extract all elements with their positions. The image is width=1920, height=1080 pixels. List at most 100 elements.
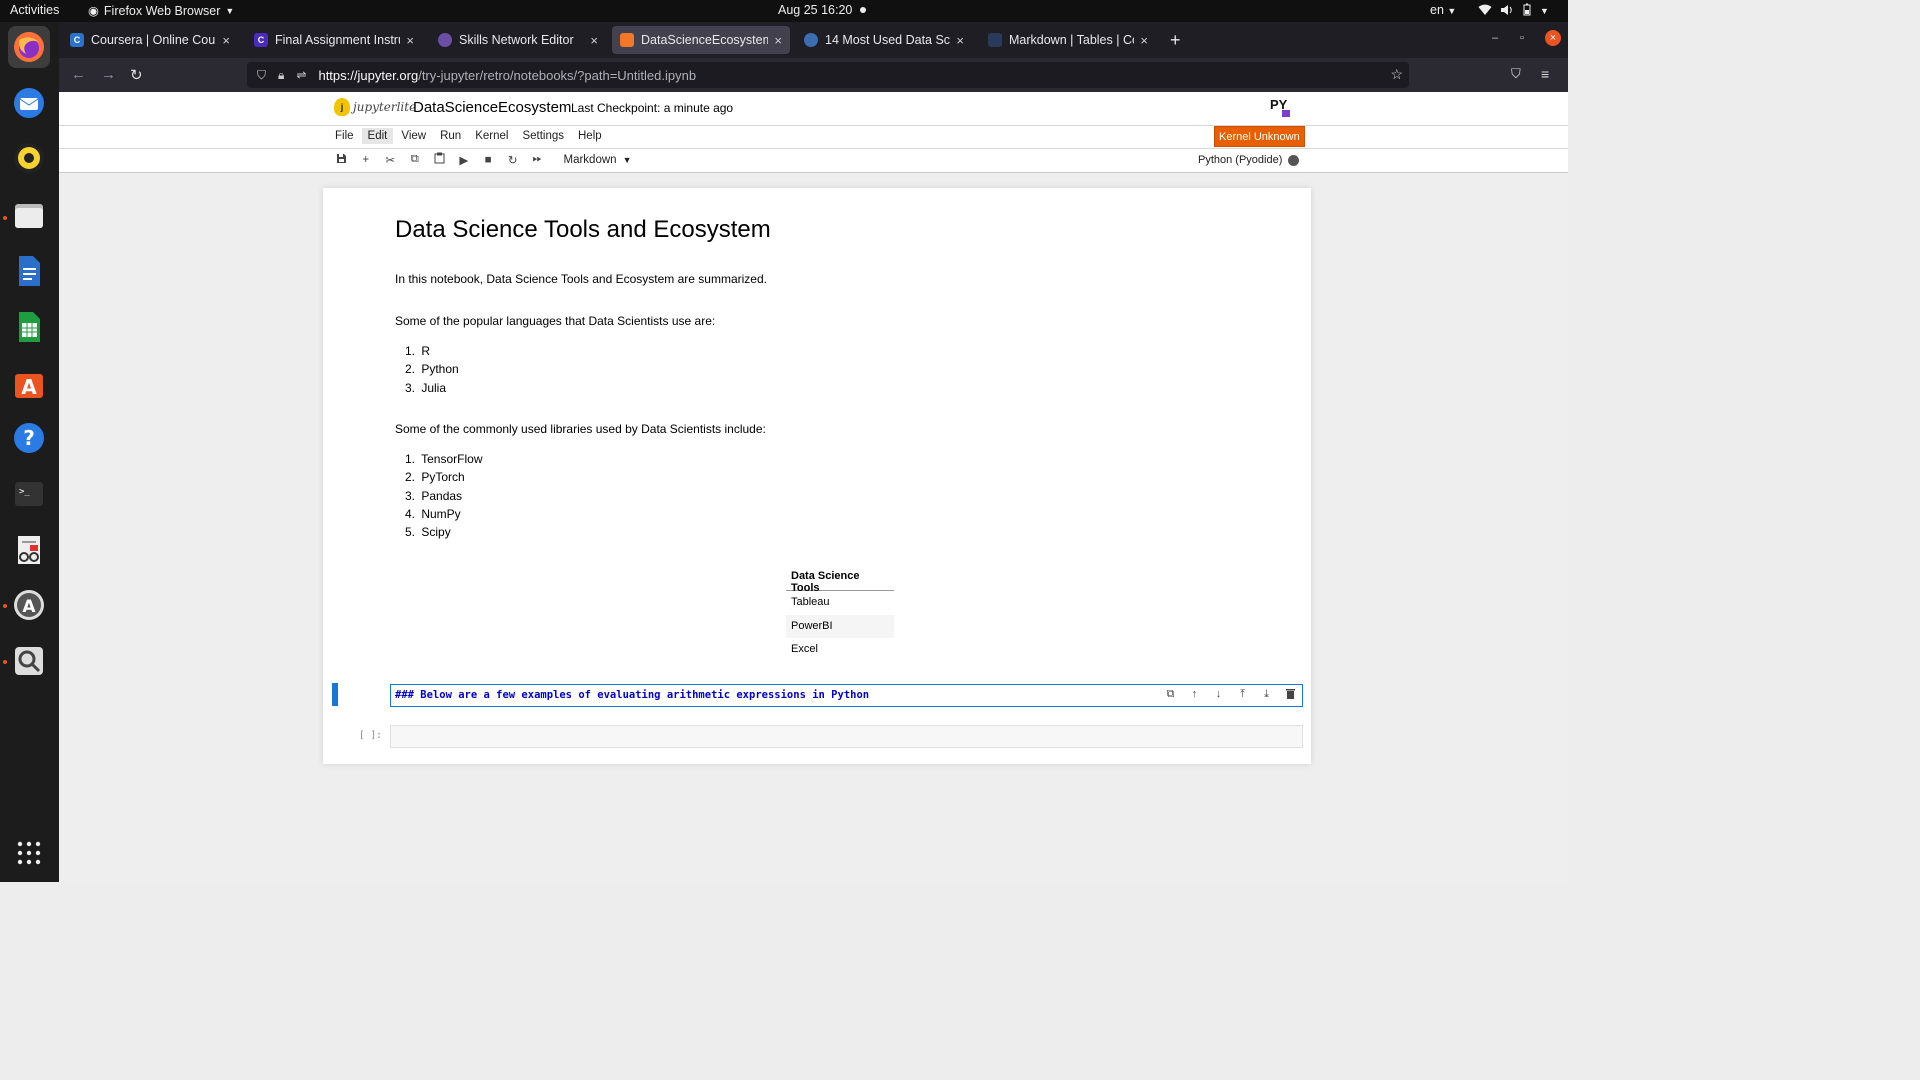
reload-icon[interactable]: ↻ bbox=[130, 66, 143, 84]
menu-run[interactable]: Run bbox=[434, 128, 467, 144]
chevron-down-icon: ▼ bbox=[622, 154, 632, 165]
table-header: Data Science Tools bbox=[786, 564, 894, 594]
pocket-icon[interactable]: ⛉ bbox=[1511, 66, 1521, 82]
markdown-cell-editor[interactable]: ### Below are a few examples of evaluati… bbox=[390, 684, 1303, 707]
thunderbird-icon[interactable] bbox=[8, 82, 50, 124]
divider bbox=[59, 148, 1568, 149]
help-icon[interactable]: ? bbox=[8, 417, 50, 459]
close-tab-icon[interactable]: × bbox=[956, 33, 964, 48]
url-bar[interactable]: ⛉ 🔒︎ ⇌ https://jupyter.org/try-jupyter/r… bbox=[247, 62, 1409, 88]
run-icon[interactable]: ▶ bbox=[452, 153, 477, 167]
stop-icon[interactable]: ■ bbox=[476, 154, 501, 166]
site-favicon-icon bbox=[988, 33, 1002, 47]
tab-datascienceecosystem[interactable]: DataScienceEcosystem × bbox=[612, 26, 790, 54]
move-up-icon[interactable]: ↑ bbox=[1187, 688, 1202, 702]
new-tab-icon[interactable]: + bbox=[1170, 30, 1181, 51]
terminal-icon[interactable]: >_ bbox=[8, 473, 50, 515]
files-icon[interactable] bbox=[8, 194, 50, 236]
restore-icon[interactable]: ▫ bbox=[1520, 32, 1524, 44]
insert-above-icon[interactable]: ⤒ bbox=[1235, 688, 1250, 702]
firefox-icon[interactable] bbox=[8, 26, 50, 68]
close-window-icon[interactable]: × bbox=[1545, 30, 1561, 46]
close-tab-icon[interactable]: × bbox=[1140, 33, 1148, 48]
magnifier-icon[interactable] bbox=[8, 640, 50, 682]
cell-toolbar: ⧉ ↑ ↓ ⤒ ⤓ bbox=[1163, 688, 1298, 702]
jupyter-favicon-icon bbox=[620, 33, 634, 47]
add-cell-icon[interactable]: + bbox=[354, 154, 379, 166]
running-indicator-icon bbox=[3, 216, 7, 220]
menu-kernel[interactable]: Kernel bbox=[469, 128, 514, 144]
tracking-shield-icon[interactable]: ⛉ bbox=[257, 68, 266, 83]
insert-below-icon[interactable]: ⤓ bbox=[1259, 688, 1274, 702]
bookmark-star-icon[interactable]: ☆ bbox=[1390, 66, 1403, 83]
copy-icon[interactable]: ⧉ bbox=[403, 153, 428, 166]
app-grid-icon[interactable] bbox=[8, 832, 50, 874]
back-icon[interactable]: ← bbox=[71, 66, 86, 83]
kernel-status-badge[interactable]: Kernel Unknown bbox=[1214, 126, 1305, 147]
hamburger-menu-icon[interactable]: ≡ bbox=[1541, 66, 1549, 82]
writer-icon[interactable] bbox=[8, 250, 50, 292]
menu-help[interactable]: Help bbox=[572, 128, 608, 144]
close-tab-icon[interactable]: × bbox=[774, 33, 782, 48]
rhythmbox-icon[interactable] bbox=[8, 137, 50, 179]
move-down-icon[interactable]: ↓ bbox=[1211, 688, 1226, 702]
skills-network-favicon-icon bbox=[438, 33, 452, 47]
chevron-down-icon: ▼ bbox=[1447, 6, 1457, 16]
kernel-name[interactable]: Python (Pyodide) bbox=[1198, 154, 1300, 166]
list-item-text: PyTorch bbox=[421, 470, 465, 485]
menu-settings[interactable]: Settings bbox=[516, 128, 570, 144]
close-tab-icon[interactable]: × bbox=[590, 33, 598, 48]
permissions-icon[interactable]: ⇌ bbox=[296, 68, 306, 83]
tab-markdown-tables[interactable]: Markdown | Tables | Code × bbox=[980, 26, 1156, 54]
jupyterlite-logo[interactable]: j jupyterlite bbox=[334, 98, 416, 116]
lightbulb-icon: j bbox=[334, 98, 350, 116]
browser-nav-bar: ← → ↻ ⛉ 🔒︎ ⇌ https://jupyter.org/try-jup… bbox=[59, 58, 1568, 92]
list-item: 2. PyTorch bbox=[405, 470, 465, 485]
fast-forward-icon[interactable]: ⏩︎ bbox=[525, 153, 550, 166]
tab-final-assignment[interactable]: C Final Assignment Instruct × bbox=[246, 26, 422, 54]
cut-icon[interactable]: ✂ bbox=[378, 153, 403, 167]
menu-bar: File Edit View Run Kernel Settings Help bbox=[329, 128, 610, 144]
activities-button[interactable]: Activities bbox=[10, 3, 59, 17]
cell-source[interactable]: ### Below are a few examples of evaluati… bbox=[395, 689, 869, 701]
close-tab-icon[interactable]: × bbox=[222, 33, 230, 48]
code-cell-input[interactable] bbox=[390, 725, 1303, 748]
menu-file[interactable]: File bbox=[329, 128, 360, 144]
pyodide-logo-square-icon bbox=[1282, 110, 1290, 117]
languages-intro: Some of the popular languages that Data … bbox=[395, 314, 716, 328]
language-indicator[interactable]: en ▼ bbox=[1430, 3, 1456, 17]
close-tab-icon[interactable]: × bbox=[406, 33, 414, 48]
app-menu[interactable]: ◉ Firefox Web Browser ▼ bbox=[88, 3, 234, 19]
lock-icon[interactable]: 🔒︎ bbox=[278, 68, 284, 83]
list-item: 4. NumPy bbox=[405, 506, 461, 521]
menu-view[interactable]: View bbox=[395, 128, 432, 144]
paste-icon[interactable] bbox=[427, 152, 452, 167]
tab-most-used-tools[interactable]: 14 Most Used Data Scien × bbox=[796, 26, 972, 54]
table-row: Excel bbox=[791, 643, 818, 655]
clock[interactable]: Aug 25 16:20 bbox=[778, 3, 867, 17]
tab-coursera[interactable]: C Coursera | Online Course × bbox=[62, 26, 238, 54]
menu-edit[interactable]: Edit bbox=[361, 128, 394, 144]
restart-icon[interactable]: ↻ bbox=[501, 153, 526, 167]
save-icon[interactable] bbox=[329, 153, 354, 167]
tab-label: DataScienceEcosystem bbox=[641, 33, 769, 47]
software-icon[interactable]: A bbox=[8, 362, 50, 404]
list-item: 5. Scipy bbox=[405, 525, 451, 540]
app-menu-label: Firefox Web Browser bbox=[103, 3, 221, 18]
document-viewer-icon[interactable] bbox=[8, 529, 50, 571]
software-updater-icon[interactable]: A bbox=[8, 584, 50, 626]
system-tray[interactable]: ▼ bbox=[1478, 3, 1549, 19]
language-label: en bbox=[1430, 3, 1444, 17]
list-item-text: R bbox=[421, 344, 431, 358]
calc-icon[interactable] bbox=[8, 306, 50, 348]
chevron-down-icon: ▼ bbox=[1540, 6, 1549, 16]
forward-icon[interactable]: → bbox=[101, 66, 116, 83]
input-prompt: [ ]: bbox=[359, 730, 382, 741]
list-item: 3. Pandas bbox=[405, 488, 463, 503]
duplicate-cell-icon[interactable]: ⧉ bbox=[1163, 688, 1178, 702]
notebook-name[interactable]: DataScienceEcosystem bbox=[413, 99, 571, 116]
tab-skills-network[interactable]: Skills Network Editor × bbox=[430, 26, 606, 54]
cell-type-select[interactable]: Markdown ▼ bbox=[564, 154, 632, 166]
minimize-icon[interactable]: – bbox=[1492, 32, 1498, 44]
delete-cell-icon[interactable] bbox=[1283, 688, 1298, 702]
